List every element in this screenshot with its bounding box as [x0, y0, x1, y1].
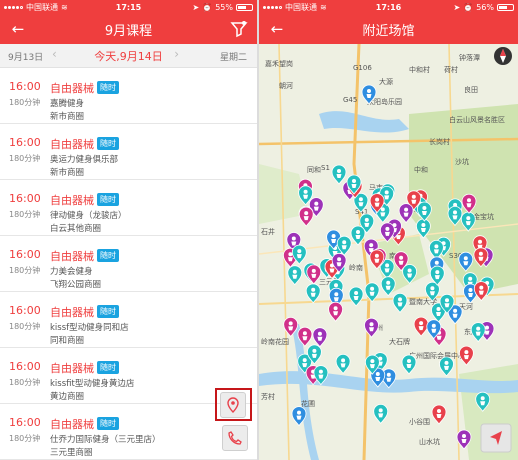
- session-time: 16:00: [9, 248, 41, 261]
- list-item[interactable]: 16:00 180分钟 自由器械 随时 律动健身（龙骏店） 白云其他商圈: [0, 180, 257, 236]
- map-label: 白云山风景名胜区: [449, 115, 505, 124]
- locate-button[interactable]: [480, 423, 512, 453]
- list-item[interactable]: 16:00 180分钟 自由器械 随时 嘉腾健身 新市商圈: [0, 68, 257, 124]
- session-venue: kissfit型动健身黄边店: [50, 379, 135, 389]
- session-badge: 随时: [97, 305, 119, 318]
- nearby-venues-screen: 中国联通 ≋ 17:16 ➤ ⏰ 56% ← 附近场馆 嘉禾望岗 太阳岛乐园 中和村: [259, 0, 518, 460]
- call-button[interactable]: [222, 425, 248, 451]
- map-label: 中和: [414, 165, 428, 174]
- session-name: 自由器械: [50, 250, 94, 263]
- map-label: 岭南: [349, 263, 363, 272]
- session-time: 16:00: [9, 416, 41, 429]
- map-label: 荷村: [444, 65, 458, 74]
- map-label: 钟落潭: [459, 53, 480, 62]
- map-label: 嘉禾望岗: [265, 59, 293, 68]
- map-label: 小谷围: [409, 417, 430, 426]
- session-badge: 随时: [97, 193, 119, 206]
- session-area: 同和商圈: [50, 336, 85, 346]
- session-name: 自由器械: [50, 418, 94, 431]
- session-area: 三元里商圈: [50, 448, 93, 458]
- session-area: 黄边商圈: [50, 392, 85, 402]
- session-venue: 律动健身（龙骏店）: [50, 211, 127, 221]
- nav-bar: ← 附近场馆: [259, 14, 518, 44]
- battery-icon: [236, 3, 253, 11]
- session-badge: 随时: [97, 81, 119, 94]
- map-label: S1: [321, 164, 330, 172]
- next-date[interactable]: 星期二: [220, 50, 247, 63]
- map-label: 石井: [261, 227, 275, 236]
- map-label: G106: [353, 64, 372, 72]
- session-badge: 随时: [97, 417, 119, 430]
- course-screen: 中国联通 ≋ 17:15 ➤ ⏰ 55% ← 9月课程 9月13日 ‹ 今天,9…: [0, 0, 257, 460]
- session-badge: 随时: [97, 361, 119, 374]
- map-label: 广州国际会展中心: [409, 351, 465, 360]
- session-duration: 180分钟: [9, 434, 41, 443]
- session-duration: 180分钟: [9, 98, 41, 107]
- filter-icon[interactable]: [229, 19, 249, 39]
- session-badge: 随时: [97, 137, 119, 150]
- status-bar: 中国联通 ≋ 17:16 ➤ ⏰ 56%: [259, 0, 518, 14]
- map-label: 沙坑: [455, 157, 469, 166]
- session-area: 飞翔公园商圈: [50, 280, 102, 290]
- map-view-button[interactable]: [220, 392, 246, 418]
- session-duration: 180分钟: [9, 210, 41, 219]
- session-duration: 180分钟: [9, 378, 41, 387]
- map-label: 花圃: [301, 399, 315, 408]
- map-label: 同和: [307, 165, 321, 174]
- session-badge: 随时: [97, 249, 119, 262]
- back-arrow-icon[interactable]: ←: [267, 19, 287, 39]
- session-venue: 奥运力健身俱乐部: [50, 155, 119, 165]
- status-bar: 中国联通 ≋ 17:15 ➤ ⏰ 55%: [0, 0, 257, 14]
- list-item[interactable]: 16:00 180分钟 自由器械 随时 kissf型动健身同和店 同和商圈: [0, 292, 257, 348]
- session-duration: 180分钟: [9, 266, 41, 275]
- session-time: 16:00: [9, 192, 41, 205]
- session-venue: 嘉腾健身: [50, 99, 85, 109]
- status-time: 17:16: [375, 2, 402, 12]
- back-arrow-icon[interactable]: ←: [8, 19, 28, 39]
- venue-map[interactable]: 嘉禾望岗太阳岛乐园中和村白云山风景名胜区同和马市村石井南方广州国际会展中心花圃山…: [259, 44, 518, 460]
- session-area: 新市商圈: [50, 112, 85, 122]
- map-label: 岭南花园: [261, 337, 289, 346]
- session-name: 自由器械: [50, 82, 94, 95]
- map-label: 朝河: [279, 82, 293, 90]
- session-duration: 180分钟: [9, 154, 41, 163]
- page-title: 附近场馆: [362, 23, 415, 39]
- location-pin-icon: [227, 397, 239, 413]
- session-time: 16:00: [9, 136, 41, 149]
- map-label: 山水坑: [419, 437, 440, 446]
- map-label: 金宝坑: [473, 212, 494, 221]
- battery-icon: [497, 3, 514, 11]
- session-time: 16:00: [9, 304, 41, 317]
- map-label: 大源: [379, 77, 393, 86]
- status-time: 17:15: [115, 2, 142, 12]
- session-area: 白云其他商圈: [50, 224, 102, 234]
- date-selector: 9月13日 ‹ 今天,9月14日 › 星期二: [0, 44, 257, 68]
- session-name: 自由器械: [50, 362, 94, 375]
- session-venue: 力美会健身: [50, 267, 93, 277]
- session-venue: kissf型动健身同和店: [50, 323, 129, 333]
- session-time: 16:00: [9, 360, 41, 373]
- nav-bar: ← 9月课程: [0, 14, 257, 44]
- session-name: 自由器械: [50, 306, 94, 319]
- session-time: 16:00: [9, 80, 41, 93]
- page-title: 9月课程: [104, 23, 153, 39]
- list-item[interactable]: 16:00 180分钟 自由器械 随时 奥运力健身俱乐部 新市商圈: [0, 124, 257, 180]
- map-label: 良田: [464, 85, 478, 94]
- session-duration: 180分钟: [9, 322, 41, 331]
- current-date: 今天,9月14日: [94, 50, 163, 63]
- map-label: 大石牌: [389, 337, 410, 346]
- session-venue: 仕乔力国际健身（三元里店）: [50, 435, 161, 445]
- session-name: 自由器械: [50, 194, 94, 207]
- session-area: 新市商圈: [50, 168, 85, 178]
- session-name: 自由器械: [50, 138, 94, 151]
- compass-icon[interactable]: [494, 47, 512, 65]
- phone-icon: [228, 431, 242, 445]
- list-item[interactable]: 16:00 180分钟 自由器械 随时 力美会健身 飞翔公园商圈: [0, 236, 257, 292]
- map-label: 中和村: [409, 65, 430, 74]
- map-label: 长岗村: [429, 137, 450, 146]
- map-label: G45: [343, 96, 357, 104]
- chevron-right-icon[interactable]: ›: [174, 47, 179, 61]
- map-label: 芳村: [261, 392, 275, 401]
